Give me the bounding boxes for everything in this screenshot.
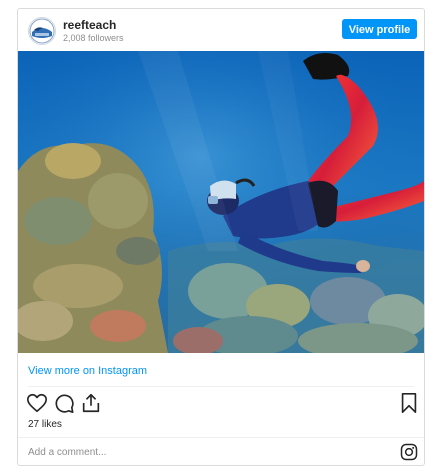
heart-icon[interactable] — [26, 392, 48, 414]
follower-count: 2,008 followers — [63, 33, 124, 43]
reefteach-logo-icon — [29, 18, 55, 44]
like-count[interactable]: 27 likes — [28, 419, 62, 430]
view-profile-button[interactable]: View profile — [342, 19, 417, 39]
snorkeler-reef-image — [18, 51, 424, 353]
add-comment-input[interactable]: Add a comment... — [28, 447, 106, 458]
username[interactable]: reefteach — [63, 19, 116, 32]
action-bar — [18, 392, 424, 416]
comment-icon[interactable] — [53, 392, 75, 414]
view-more-link[interactable]: View more on Instagram — [28, 365, 147, 377]
divider — [28, 386, 414, 387]
profile-avatar[interactable] — [28, 17, 56, 45]
post-header: reefteach 2,008 followers View profile — [18, 9, 424, 51]
instagram-icon[interactable] — [400, 443, 418, 461]
bookmark-icon[interactable] — [398, 392, 420, 414]
divider — [18, 437, 424, 438]
instagram-embed-card: reefteach 2,008 followers View profile V… — [17, 8, 425, 466]
post-image[interactable] — [18, 51, 424, 353]
share-icon[interactable] — [80, 392, 102, 414]
